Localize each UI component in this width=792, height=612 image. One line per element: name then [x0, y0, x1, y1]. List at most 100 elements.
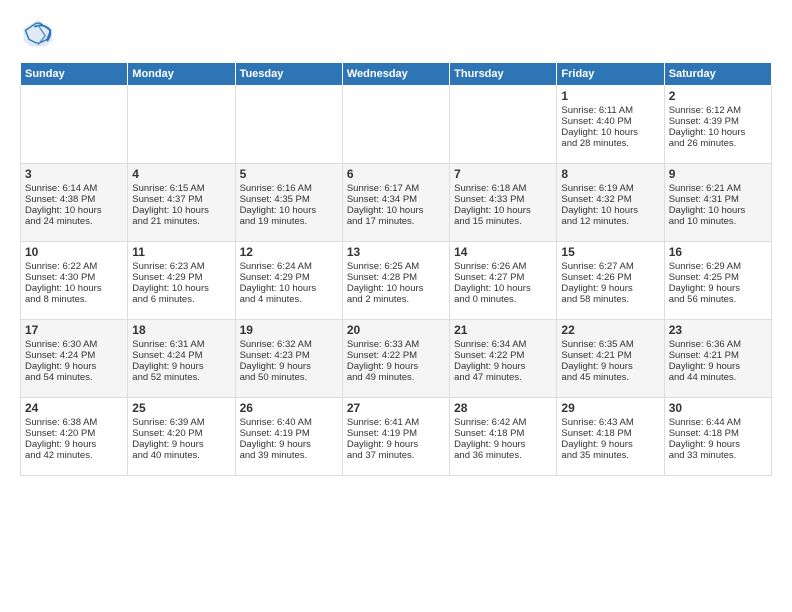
day-cell: 7Sunrise: 6:18 AMSunset: 4:33 PMDaylight… [450, 164, 557, 242]
week-row-3: 10Sunrise: 6:22 AMSunset: 4:30 PMDayligh… [21, 242, 772, 320]
day-info-line: Daylight: 10 hours [25, 283, 123, 294]
day-number: 11 [132, 245, 230, 259]
day-info-line: Daylight: 10 hours [561, 127, 659, 138]
day-info-line: Sunrise: 6:39 AM [132, 417, 230, 428]
day-cell: 3Sunrise: 6:14 AMSunset: 4:38 PMDaylight… [21, 164, 128, 242]
day-cell: 5Sunrise: 6:16 AMSunset: 4:35 PMDaylight… [235, 164, 342, 242]
day-info-line: Daylight: 9 hours [454, 439, 552, 450]
day-info-line: Sunset: 4:39 PM [669, 116, 767, 127]
day-info-line: Sunrise: 6:34 AM [454, 339, 552, 350]
day-info-line: Sunset: 4:18 PM [561, 428, 659, 439]
day-cell: 2Sunrise: 6:12 AMSunset: 4:39 PMDaylight… [664, 86, 771, 164]
day-info-line: Sunset: 4:20 PM [132, 428, 230, 439]
day-info-line: Sunrise: 6:31 AM [132, 339, 230, 350]
day-info-line: Sunset: 4:23 PM [240, 350, 338, 361]
day-number: 18 [132, 323, 230, 337]
day-info-line: Sunset: 4:32 PM [561, 194, 659, 205]
day-number: 22 [561, 323, 659, 337]
day-number: 13 [347, 245, 445, 259]
day-cell [21, 86, 128, 164]
day-cell: 11Sunrise: 6:23 AMSunset: 4:29 PMDayligh… [128, 242, 235, 320]
day-cell: 19Sunrise: 6:32 AMSunset: 4:23 PMDayligh… [235, 320, 342, 398]
day-cell: 29Sunrise: 6:43 AMSunset: 4:18 PMDayligh… [557, 398, 664, 476]
day-info-line: and 36 minutes. [454, 450, 552, 461]
day-info-line: and 4 minutes. [240, 294, 338, 305]
day-info-line: and 10 minutes. [669, 216, 767, 227]
day-info-line: and 45 minutes. [561, 372, 659, 383]
day-number: 7 [454, 167, 552, 181]
day-info-line: and 37 minutes. [347, 450, 445, 461]
day-cell: 24Sunrise: 6:38 AMSunset: 4:20 PMDayligh… [21, 398, 128, 476]
page: SundayMondayTuesdayWednesdayThursdayFrid… [0, 0, 792, 612]
day-number: 1 [561, 89, 659, 103]
day-info-line: and 2 minutes. [347, 294, 445, 305]
day-info-line: Sunset: 4:19 PM [240, 428, 338, 439]
day-info-line: Sunrise: 6:35 AM [561, 339, 659, 350]
day-info-line: Daylight: 9 hours [669, 439, 767, 450]
week-row-1: 1Sunrise: 6:11 AMSunset: 4:40 PMDaylight… [21, 86, 772, 164]
day-number: 30 [669, 401, 767, 415]
day-info-line: Sunrise: 6:14 AM [25, 183, 123, 194]
day-number: 21 [454, 323, 552, 337]
day-cell: 4Sunrise: 6:15 AMSunset: 4:37 PMDaylight… [128, 164, 235, 242]
day-info-line: Sunrise: 6:22 AM [25, 261, 123, 272]
day-cell: 23Sunrise: 6:36 AMSunset: 4:21 PMDayligh… [664, 320, 771, 398]
day-cell: 17Sunrise: 6:30 AMSunset: 4:24 PMDayligh… [21, 320, 128, 398]
day-info-line: Daylight: 10 hours [669, 205, 767, 216]
day-cell: 9Sunrise: 6:21 AMSunset: 4:31 PMDaylight… [664, 164, 771, 242]
weekday-header-row: SundayMondayTuesdayWednesdayThursdayFrid… [21, 63, 772, 86]
weekday-header-saturday: Saturday [664, 63, 771, 86]
day-info-line: and 52 minutes. [132, 372, 230, 383]
day-info-line: Sunset: 4:24 PM [132, 350, 230, 361]
day-info-line: Daylight: 10 hours [561, 205, 659, 216]
day-cell: 22Sunrise: 6:35 AMSunset: 4:21 PMDayligh… [557, 320, 664, 398]
day-info-line: Daylight: 9 hours [347, 361, 445, 372]
day-number: 14 [454, 245, 552, 259]
day-info-line: Sunrise: 6:17 AM [347, 183, 445, 194]
day-cell: 26Sunrise: 6:40 AMSunset: 4:19 PMDayligh… [235, 398, 342, 476]
day-info-line: Daylight: 9 hours [669, 361, 767, 372]
day-cell: 18Sunrise: 6:31 AMSunset: 4:24 PMDayligh… [128, 320, 235, 398]
day-cell: 14Sunrise: 6:26 AMSunset: 4:27 PMDayligh… [450, 242, 557, 320]
day-info-line: Sunrise: 6:29 AM [669, 261, 767, 272]
day-info-line: Sunset: 4:21 PM [669, 350, 767, 361]
day-info-line: Sunset: 4:29 PM [132, 272, 230, 283]
day-cell: 12Sunrise: 6:24 AMSunset: 4:29 PMDayligh… [235, 242, 342, 320]
calendar-table: SundayMondayTuesdayWednesdayThursdayFrid… [20, 62, 772, 476]
day-number: 29 [561, 401, 659, 415]
day-cell: 25Sunrise: 6:39 AMSunset: 4:20 PMDayligh… [128, 398, 235, 476]
day-number: 16 [669, 245, 767, 259]
day-info-line: Daylight: 9 hours [240, 439, 338, 450]
weekday-header-monday: Monday [128, 63, 235, 86]
day-info-line: Daylight: 9 hours [561, 283, 659, 294]
day-info-line: Sunrise: 6:21 AM [669, 183, 767, 194]
day-info-line: Daylight: 10 hours [25, 205, 123, 216]
day-info-line: Sunrise: 6:43 AM [561, 417, 659, 428]
day-info-line: and 15 minutes. [454, 216, 552, 227]
day-info-line: and 26 minutes. [669, 138, 767, 149]
day-info-line: Sunrise: 6:36 AM [669, 339, 767, 350]
day-info-line: Sunrise: 6:26 AM [454, 261, 552, 272]
day-info-line: and 44 minutes. [669, 372, 767, 383]
day-info-line: Daylight: 10 hours [454, 205, 552, 216]
day-info-line: Sunrise: 6:23 AM [132, 261, 230, 272]
day-info-line: Sunset: 4:40 PM [561, 116, 659, 127]
day-info-line: and 28 minutes. [561, 138, 659, 149]
day-info-line: and 58 minutes. [561, 294, 659, 305]
day-info-line: Daylight: 9 hours [347, 439, 445, 450]
day-info-line: and 49 minutes. [347, 372, 445, 383]
day-info-line: Sunrise: 6:32 AM [240, 339, 338, 350]
day-info-line: Daylight: 10 hours [240, 283, 338, 294]
day-info-line: Sunset: 4:18 PM [669, 428, 767, 439]
day-cell: 21Sunrise: 6:34 AMSunset: 4:22 PMDayligh… [450, 320, 557, 398]
day-cell [128, 86, 235, 164]
week-row-2: 3Sunrise: 6:14 AMSunset: 4:38 PMDaylight… [21, 164, 772, 242]
day-number: 26 [240, 401, 338, 415]
day-number: 5 [240, 167, 338, 181]
logo-icon [20, 16, 56, 52]
day-info-line: and 56 minutes. [669, 294, 767, 305]
day-info-line: Sunrise: 6:27 AM [561, 261, 659, 272]
day-info-line: Sunset: 4:33 PM [454, 194, 552, 205]
day-info-line: and 19 minutes. [240, 216, 338, 227]
day-info-line: and 8 minutes. [25, 294, 123, 305]
